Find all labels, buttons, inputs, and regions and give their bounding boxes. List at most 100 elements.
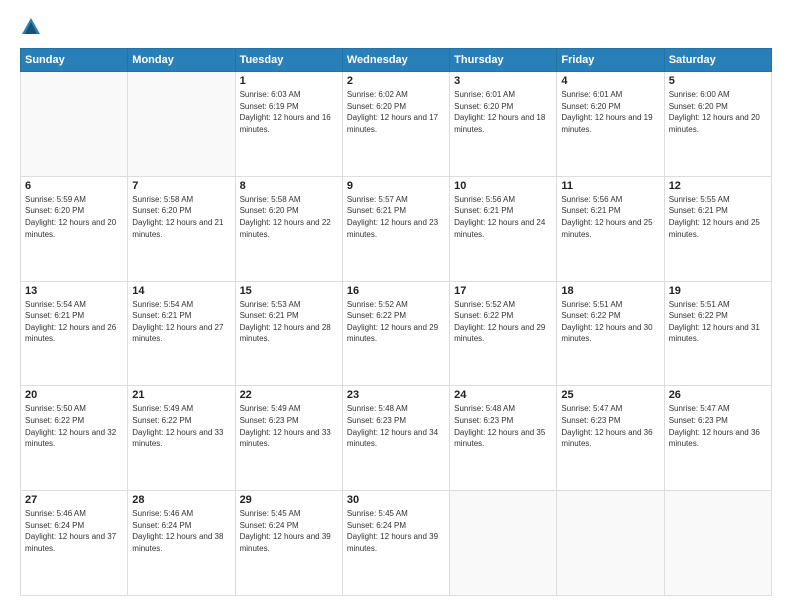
day-info: Sunrise: 5:48 AM Sunset: 6:23 PM Dayligh… (347, 403, 445, 449)
calendar-cell: 6Sunrise: 5:59 AM Sunset: 6:20 PM Daylig… (21, 176, 128, 281)
header (20, 16, 772, 38)
calendar-cell: 25 Sunrise: 5:47 AM Sunset: 6:23 PM Dayli… (557, 386, 664, 491)
day-info: Sunrise: 5:58 AM Sunset: 6:20 PM Dayligh… (132, 194, 230, 240)
day-number: 5 (669, 75, 767, 87)
calendar-cell (21, 72, 128, 177)
calendar-week-row: 1 Sunrise: 6:03 AM Sunset: 6:19 PM Daylig… (21, 72, 772, 177)
day-number: 30 (347, 494, 445, 506)
day-number: 19 (669, 285, 767, 297)
day-number: 12 (669, 180, 767, 192)
calendar-cell: 1 Sunrise: 6:03 AM Sunset: 6:19 PM Daylig… (235, 72, 342, 177)
day-number: 8 (240, 180, 338, 192)
day-number: 13 (25, 285, 123, 297)
day-info: Sunrise: 6:00 AM Sunset: 6:20 PM Dayligh… (669, 89, 767, 135)
day-number: 3 (454, 75, 552, 87)
calendar-body: 1 Sunrise: 6:03 AM Sunset: 6:19 PM Daylig… (21, 72, 772, 596)
calendar-cell: 3 Sunrise: 6:01 AM Sunset: 6:20 PM Daylig… (450, 72, 557, 177)
day-info: Sunrise: 5:48 AM Sunset: 6:23 PM Dayligh… (454, 403, 552, 449)
day-info: Sunrise: 6:01 AM Sunset: 6:20 PM Dayligh… (454, 89, 552, 135)
weekday-header-tuesday: Tuesday (235, 49, 342, 72)
calendar-cell: 12Sunrise: 5:55 AM Sunset: 6:21 PM Dayli… (664, 176, 771, 281)
calendar-cell: 11 Sunrise: 5:56 AM Sunset: 6:21 PM Dayli… (557, 176, 664, 281)
day-number: 4 (561, 75, 659, 87)
day-info: Sunrise: 5:53 AM Sunset: 6:21 PM Dayligh… (240, 299, 338, 345)
calendar-cell: 18 Sunrise: 5:51 AM Sunset: 6:22 PM Dayli… (557, 281, 664, 386)
day-info: Sunrise: 5:51 AM Sunset: 6:22 PM Dayligh… (669, 299, 767, 345)
calendar-cell (557, 491, 664, 596)
calendar-week-row: 6Sunrise: 5:59 AM Sunset: 6:20 PM Daylig… (21, 176, 772, 281)
calendar-cell (128, 72, 235, 177)
day-info: Sunrise: 5:52 AM Sunset: 6:22 PM Dayligh… (454, 299, 552, 345)
calendar-week-row: 27 Sunrise: 5:46 AM Sunset: 6:24 PM Dayli… (21, 491, 772, 596)
day-number: 26 (669, 389, 767, 401)
calendar-cell: 20 Sunrise: 5:50 AM Sunset: 6:22 PM Dayli… (21, 386, 128, 491)
day-number: 15 (240, 285, 338, 297)
day-info: Sunrise: 5:45 AM Sunset: 6:24 PM Dayligh… (347, 508, 445, 554)
day-number: 22 (240, 389, 338, 401)
calendar-cell: 19 Sunrise: 5:51 AM Sunset: 6:22 PM Dayli… (664, 281, 771, 386)
day-info: Sunrise: 6:02 AM Sunset: 6:20 PM Dayligh… (347, 89, 445, 135)
logo (20, 16, 50, 38)
day-info: Sunrise: 5:49 AM Sunset: 6:23 PM Dayligh… (240, 403, 338, 449)
calendar-cell: 27 Sunrise: 5:46 AM Sunset: 6:24 PM Dayli… (21, 491, 128, 596)
page: SundayMondayTuesdayWednesdayThursdayFrid… (0, 0, 792, 612)
calendar-cell: 9 Sunrise: 5:57 AM Sunset: 6:21 PM Daylig… (342, 176, 449, 281)
calendar-cell: 22 Sunrise: 5:49 AM Sunset: 6:23 PM Dayli… (235, 386, 342, 491)
day-number: 16 (347, 285, 445, 297)
calendar-cell: 8Sunrise: 5:58 AM Sunset: 6:20 PM Daylig… (235, 176, 342, 281)
calendar-cell: 28Sunrise: 5:46 AM Sunset: 6:24 PM Dayli… (128, 491, 235, 596)
day-info: Sunrise: 5:59 AM Sunset: 6:20 PM Dayligh… (25, 194, 123, 240)
calendar-cell (664, 491, 771, 596)
calendar-cell: 29 Sunrise: 5:45 AM Sunset: 6:24 PM Dayli… (235, 491, 342, 596)
calendar-cell: 17 Sunrise: 5:52 AM Sunset: 6:22 PM Dayli… (450, 281, 557, 386)
calendar-cell: 10 Sunrise: 5:56 AM Sunset: 6:21 PM Dayli… (450, 176, 557, 281)
day-number: 2 (347, 75, 445, 87)
day-number: 1 (240, 75, 338, 87)
calendar-cell: 15 Sunrise: 5:53 AM Sunset: 6:21 PM Dayli… (235, 281, 342, 386)
day-number: 9 (347, 180, 445, 192)
day-info: Sunrise: 5:54 AM Sunset: 6:21 PM Dayligh… (132, 299, 230, 345)
calendar-cell: 30 Sunrise: 5:45 AM Sunset: 6:24 PM Dayli… (342, 491, 449, 596)
calendar-cell: 21 Sunrise: 5:49 AM Sunset: 6:22 PM Dayli… (128, 386, 235, 491)
day-number: 21 (132, 389, 230, 401)
calendar-cell: 14 Sunrise: 5:54 AM Sunset: 6:21 PM Dayli… (128, 281, 235, 386)
day-info: Sunrise: 5:52 AM Sunset: 6:22 PM Dayligh… (347, 299, 445, 345)
day-number: 23 (347, 389, 445, 401)
calendar-cell: 4Sunrise: 6:01 AM Sunset: 6:20 PM Daylig… (557, 72, 664, 177)
day-number: 27 (25, 494, 123, 506)
day-info: Sunrise: 5:50 AM Sunset: 6:22 PM Dayligh… (25, 403, 123, 449)
day-info: Sunrise: 5:46 AM Sunset: 6:24 PM Dayligh… (25, 508, 123, 554)
day-info: Sunrise: 6:03 AM Sunset: 6:19 PM Dayligh… (240, 89, 338, 135)
day-info: Sunrise: 5:49 AM Sunset: 6:22 PM Dayligh… (132, 403, 230, 449)
day-info: Sunrise: 5:47 AM Sunset: 6:23 PM Dayligh… (669, 403, 767, 449)
day-info: Sunrise: 5:51 AM Sunset: 6:22 PM Dayligh… (561, 299, 659, 345)
day-number: 20 (25, 389, 123, 401)
calendar-cell: 5 Sunrise: 6:00 AM Sunset: 6:20 PM Daylig… (664, 72, 771, 177)
day-info: Sunrise: 5:47 AM Sunset: 6:23 PM Dayligh… (561, 403, 659, 449)
calendar-week-row: 13 Sunrise: 5:54 AM Sunset: 6:21 PM Dayli… (21, 281, 772, 386)
calendar-cell: 16 Sunrise: 5:52 AM Sunset: 6:22 PM Dayli… (342, 281, 449, 386)
weekday-header-monday: Monday (128, 49, 235, 72)
day-number: 11 (561, 180, 659, 192)
day-info: Sunrise: 5:46 AM Sunset: 6:24 PM Dayligh… (132, 508, 230, 554)
calendar-cell: 23 Sunrise: 5:48 AM Sunset: 6:23 PM Dayli… (342, 386, 449, 491)
day-info: Sunrise: 5:56 AM Sunset: 6:21 PM Dayligh… (561, 194, 659, 240)
day-number: 10 (454, 180, 552, 192)
day-info: Sunrise: 5:54 AM Sunset: 6:21 PM Dayligh… (25, 299, 123, 345)
day-number: 24 (454, 389, 552, 401)
day-info: Sunrise: 5:56 AM Sunset: 6:21 PM Dayligh… (454, 194, 552, 240)
day-info: Sunrise: 5:57 AM Sunset: 6:21 PM Dayligh… (347, 194, 445, 240)
day-number: 18 (561, 285, 659, 297)
weekday-header-friday: Friday (557, 49, 664, 72)
weekday-header-saturday: Saturday (664, 49, 771, 72)
day-number: 25 (561, 389, 659, 401)
day-number: 17 (454, 285, 552, 297)
day-number: 29 (240, 494, 338, 506)
weekday-header-wednesday: Wednesday (342, 49, 449, 72)
logo-icon (20, 16, 42, 38)
day-number: 14 (132, 285, 230, 297)
calendar-cell (450, 491, 557, 596)
day-info: Sunrise: 5:45 AM Sunset: 6:24 PM Dayligh… (240, 508, 338, 554)
calendar-cell: 26 Sunrise: 5:47 AM Sunset: 6:23 PM Dayli… (664, 386, 771, 491)
calendar-cell: 13 Sunrise: 5:54 AM Sunset: 6:21 PM Dayli… (21, 281, 128, 386)
